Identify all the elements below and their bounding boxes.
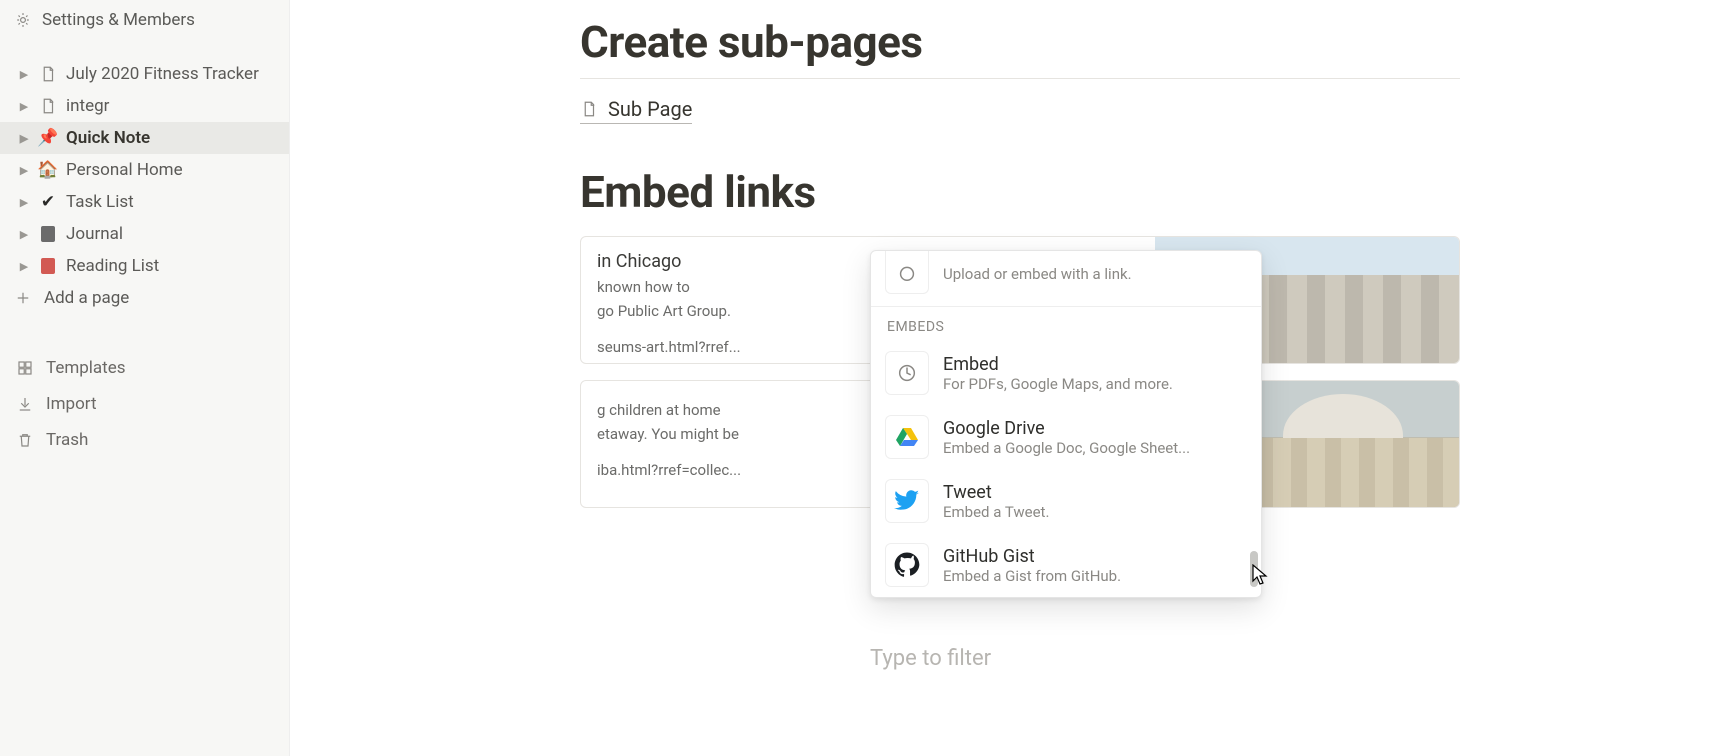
sidebar-item-integr[interactable]: ▶ integr bbox=[0, 90, 289, 122]
sidebar-utilities: Templates Import Trash bbox=[0, 350, 289, 458]
gear-icon bbox=[14, 11, 32, 29]
chevron-right-icon[interactable]: ▶ bbox=[18, 132, 30, 145]
page-icon bbox=[580, 100, 598, 118]
page-icon bbox=[38, 65, 58, 83]
add-page-label: Add a page bbox=[44, 288, 129, 308]
trash-label: Trash bbox=[46, 430, 88, 450]
sidebar-item-label: Reading List bbox=[66, 256, 159, 276]
menu-item-title: Embed bbox=[943, 354, 1173, 375]
menu-item-title: GitHub Gist bbox=[943, 546, 1121, 567]
google-drive-icon bbox=[885, 415, 929, 459]
menu-item-tweet[interactable]: Tweet Embed a Tweet. bbox=[871, 469, 1261, 533]
sidebar-pages: ▶ July 2020 Fitness Tracker ▶ integr ▶ 📌… bbox=[0, 58, 289, 314]
subpage-link[interactable]: Sub Page bbox=[580, 97, 692, 124]
filter-input-ghost[interactable]: Type to filter bbox=[870, 646, 991, 671]
menu-item-embed[interactable]: Embed For PDFs, Google Maps, and more. bbox=[871, 341, 1261, 405]
sidebar: Settings & Members ▶ July 2020 Fitness T… bbox=[0, 0, 290, 756]
menu-item-partial[interactable]: Upload or embed with a link. bbox=[871, 251, 1261, 306]
sidebar-item-quick-note[interactable]: ▶ 📌 Quick Note bbox=[0, 122, 289, 154]
heading-create-subpages: Create sub-pages bbox=[580, 16, 1460, 68]
cursor-icon bbox=[1252, 564, 1270, 586]
sidebar-item-label: integr bbox=[66, 96, 109, 116]
templates-label: Templates bbox=[46, 358, 126, 378]
twitter-icon bbox=[885, 479, 929, 523]
block-insert-menu[interactable]: Upload or embed with a link. EMBEDS Embe… bbox=[870, 250, 1262, 598]
templates-button[interactable]: Templates bbox=[0, 350, 289, 386]
sidebar-item-fitness-tracker[interactable]: ▶ July 2020 Fitness Tracker bbox=[0, 58, 289, 90]
sidebar-item-journal[interactable]: ▶ Journal bbox=[0, 218, 289, 250]
sidebar-item-reading-list[interactable]: ▶ Reading List bbox=[0, 250, 289, 282]
book-icon bbox=[38, 258, 58, 274]
check-icon: ✔ bbox=[38, 192, 58, 212]
chevron-right-icon[interactable]: ▶ bbox=[18, 196, 30, 209]
download-icon bbox=[16, 395, 34, 413]
chevron-right-icon[interactable]: ▶ bbox=[18, 68, 30, 81]
divider bbox=[580, 78, 1460, 79]
menu-item-desc: Embed a Tweet. bbox=[943, 503, 1049, 521]
sidebar-item-label: Quick Note bbox=[66, 128, 150, 148]
menu-item-google-drive[interactable]: Google Drive Embed a Google Doc, Google … bbox=[871, 405, 1261, 469]
subpage-label: Sub Page bbox=[608, 97, 692, 121]
menu-section-label: EMBEDS bbox=[871, 307, 1261, 341]
trash-button[interactable]: Trash bbox=[0, 422, 289, 458]
menu-item-desc: For PDFs, Google Maps, and more. bbox=[943, 375, 1173, 393]
sidebar-item-label: Journal bbox=[66, 224, 123, 244]
house-icon: 🏠 bbox=[38, 160, 58, 180]
menu-item-desc: Embed a Gist from GitHub. bbox=[943, 567, 1121, 585]
page-icon bbox=[38, 97, 58, 115]
app-root: Settings & Members ▶ July 2020 Fitness T… bbox=[0, 0, 1732, 756]
import-label: Import bbox=[46, 394, 97, 414]
templates-icon bbox=[16, 359, 34, 377]
sidebar-item-label: Task List bbox=[66, 192, 134, 212]
upload-icon bbox=[885, 251, 929, 294]
sidebar-item-label: July 2020 Fitness Tracker bbox=[66, 64, 259, 84]
main-content: Create sub-pages Sub Page Embed links in… bbox=[290, 0, 1732, 756]
plus-icon bbox=[14, 289, 32, 307]
chevron-right-icon[interactable]: ▶ bbox=[18, 100, 30, 113]
chevron-right-icon[interactable]: ▶ bbox=[18, 260, 30, 273]
github-icon bbox=[885, 543, 929, 587]
settings-members-label: Settings & Members bbox=[42, 10, 195, 30]
notebook-icon bbox=[38, 226, 58, 242]
menu-item-title: Google Drive bbox=[943, 418, 1190, 439]
embed-icon bbox=[885, 351, 929, 395]
settings-members[interactable]: Settings & Members bbox=[0, 4, 289, 36]
sidebar-item-label: Personal Home bbox=[66, 160, 183, 180]
menu-item-github-gist[interactable]: GitHub Gist Embed a Gist from GitHub. bbox=[871, 533, 1261, 597]
menu-item-title: Tweet bbox=[943, 482, 1049, 503]
trash-icon bbox=[16, 431, 34, 449]
pushpin-icon: 📌 bbox=[38, 128, 58, 148]
sidebar-item-task-list[interactable]: ▶ ✔ Task List bbox=[0, 186, 289, 218]
import-button[interactable]: Import bbox=[0, 386, 289, 422]
chevron-right-icon[interactable]: ▶ bbox=[18, 164, 30, 177]
add-page-button[interactable]: Add a page bbox=[0, 282, 289, 314]
menu-item-desc: Upload or embed with a link. bbox=[943, 265, 1132, 283]
heading-embed-links: Embed links bbox=[580, 166, 1460, 218]
menu-item-desc: Embed a Google Doc, Google Sheet... bbox=[943, 439, 1190, 457]
chevron-right-icon[interactable]: ▶ bbox=[18, 228, 30, 241]
sidebar-item-personal-home[interactable]: ▶ 🏠 Personal Home bbox=[0, 154, 289, 186]
